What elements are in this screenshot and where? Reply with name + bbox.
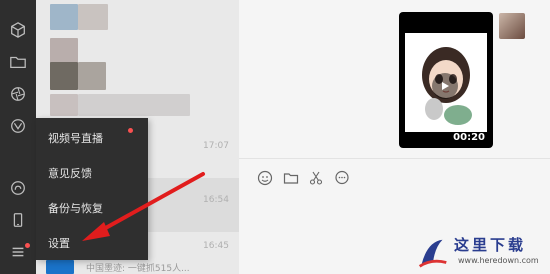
list-time: 16:45	[203, 241, 229, 251]
notification-dot	[25, 243, 30, 248]
watermark-text: 这里下载	[454, 236, 527, 254]
menu-item-channels-live[interactable]: 视频号直播	[48, 130, 103, 146]
avatar	[50, 38, 78, 64]
notification-dot	[128, 128, 133, 133]
phone-icon[interactable]	[8, 210, 28, 230]
chat-bubble-icon[interactable]	[334, 170, 350, 186]
moments-icon[interactable]	[8, 84, 28, 104]
miniprogram-icon[interactable]	[8, 178, 28, 198]
emoji-icon[interactable]	[257, 170, 273, 186]
list-time: 17:07	[203, 141, 229, 151]
folder-icon[interactable]	[283, 170, 299, 186]
contacts-cube-icon[interactable]	[8, 20, 28, 40]
watermark: 这里下载 www.heredown.com	[412, 232, 550, 274]
avatar	[50, 94, 78, 116]
folder-icon[interactable]	[8, 52, 28, 72]
menu-item-backup-restore[interactable]: 备份与恢复	[48, 200, 103, 216]
list-time: 16:54	[203, 195, 229, 205]
list-item[interactable]: 中国墨迹: 一键抓515人...	[46, 258, 239, 274]
video-duration: 00:20	[453, 132, 485, 143]
avatar	[78, 62, 106, 90]
avatar	[50, 4, 78, 30]
menu-item-settings[interactable]: 设置	[48, 235, 70, 251]
divider	[239, 158, 550, 159]
menu-item-feedback[interactable]: 意见反馈	[48, 165, 92, 181]
video-message[interactable]: 00:20	[399, 12, 493, 148]
chat-avatar	[46, 260, 74, 274]
avatar	[78, 4, 108, 30]
watermark-logo-icon	[418, 239, 447, 268]
settings-menu: 视频号直播 意见反馈 备份与恢复 设置	[36, 118, 148, 260]
play-icon[interactable]	[432, 73, 458, 99]
watermark-url: www.heredown.com	[458, 256, 539, 265]
blurred-preview	[78, 94, 190, 116]
list-item-preview: 中国墨迹: 一键抓515人...	[86, 264, 190, 274]
avatar[interactable]	[499, 13, 525, 39]
channels-icon[interactable]	[8, 116, 28, 136]
scissors-icon[interactable]	[308, 170, 324, 186]
avatar	[50, 62, 78, 90]
sidebar	[0, 0, 36, 274]
